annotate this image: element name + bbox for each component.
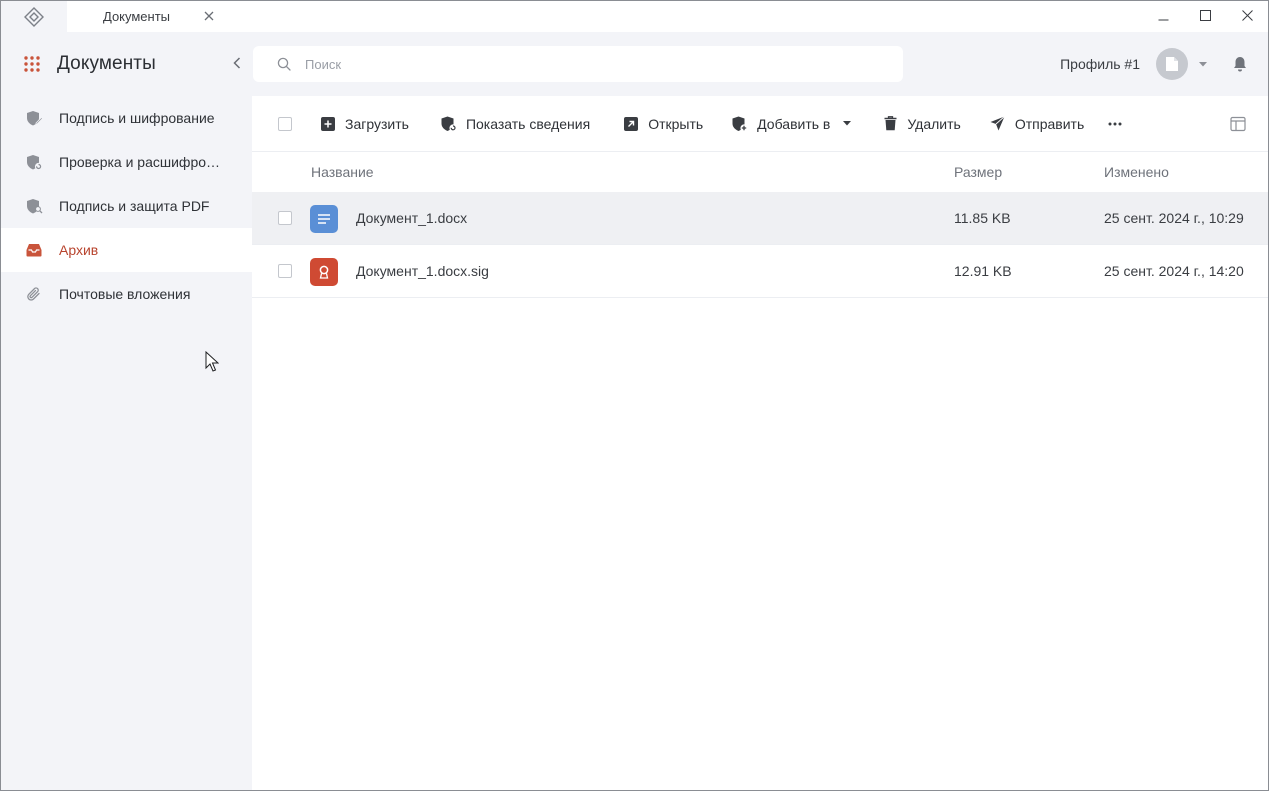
select-all-checkbox[interactable] [278,116,292,131]
sidebar-item-sign-encrypt[interactable]: Подпись и шифрование [1,96,252,140]
window-controls [1142,1,1268,32]
column-header-size[interactable]: Размер [954,164,1002,180]
profile-name[interactable]: Профиль #1 [1060,56,1140,72]
file-size: 11.85 KB [954,210,1011,226]
shield-check-icon [25,153,43,171]
tab-label: Документы [103,9,171,24]
top-bar: Профиль #1 [252,32,1268,96]
shield-pen-icon [25,109,43,127]
inbox-icon [25,241,43,259]
external-link-icon [623,116,639,132]
search-box[interactable] [253,46,903,82]
app-logo-icon [1,1,67,32]
show-info-button[interactable]: Показать сведения [441,109,590,139]
sidebar: Документы Подпись и шифрование Проверка … [1,32,252,790]
app-window: Документы Документы Подпись и шифрование… [0,0,1269,791]
maximize-button[interactable] [1184,1,1226,29]
column-header-name[interactable]: Название [311,164,374,180]
file-modified: 25 сент. 2024 г., 10:29 [1104,210,1244,226]
file-size: 12.91 KB [954,263,1012,279]
file-name: Документ_1.docx.sig [356,263,489,279]
file-name: Документ_1.docx [356,210,468,226]
sidebar-header: Документы [1,32,252,96]
show-info-label: Показать сведения [465,115,591,132]
table-row[interactable]: Документ_1.docx 11.85 KB 25 сент. 2024 г… [252,192,1268,245]
profile-area: Профиль #1 [1060,32,1268,96]
caret-down-icon [843,121,852,126]
row-checkbox[interactable] [278,264,292,278]
search-input[interactable] [305,56,865,72]
main-content: Загрузить Показать сведения Открыть Доба… [252,96,1268,790]
signature-file-icon [310,258,338,286]
avatar[interactable] [1156,48,1188,80]
open-label: Открыть [648,115,704,132]
send-button[interactable]: Отправить [990,109,1084,139]
title-bar-drag-area [238,1,1268,32]
column-header-modified[interactable]: Изменено [1104,164,1169,180]
bell-icon[interactable] [1230,56,1250,72]
sidebar-item-archive[interactable]: Архив [1,228,252,272]
title-bar: Документы [1,1,1268,32]
more-horizontal-icon [1108,122,1122,126]
open-button[interactable]: Открыть [623,109,703,139]
collapse-sidebar-button[interactable] [228,54,246,72]
trash-icon [882,116,898,132]
chevron-down-icon[interactable] [1194,61,1212,67]
sidebar-item-label: Почтовые вложения [59,286,191,302]
minimize-button[interactable] [1142,1,1184,29]
sidebar-title: Документы [57,53,156,74]
shield-pdf-icon [25,197,43,215]
paperclip-icon [25,285,43,303]
sidebar-item-label: Подпись и защита PDF [59,198,210,214]
mouse-pointer-icon [205,350,220,373]
sidebar-item-label: Подпись и шифрование [59,110,215,126]
table-row[interactable]: Документ_1.docx.sig 12.91 KB 25 сент. 20… [252,245,1268,298]
tab-documents[interactable]: Документы [67,1,238,32]
layout-panel-icon[interactable] [1230,116,1246,132]
upload-label: Загрузить [345,115,409,132]
sidebar-item-sign-pdf[interactable]: Подпись и защита PDF [1,184,252,228]
document-file-icon [310,205,338,233]
shield-refresh-icon [441,116,457,132]
shield-plus-icon [732,116,748,132]
paper-plane-icon [990,116,1006,132]
row-checkbox[interactable] [278,211,292,225]
add-to-label: Добавить в [757,115,831,132]
toolbar: Загрузить Показать сведения Открыть Доба… [252,96,1268,152]
send-label: Отправить [1014,115,1085,132]
add-to-button[interactable]: Добавить в [732,109,852,139]
upload-button[interactable]: Загрузить [320,109,409,139]
more-button[interactable] [1108,109,1122,139]
tab-close-icon[interactable] [200,7,218,25]
close-window-button[interactable] [1226,1,1268,29]
delete-label: Удалить [907,115,961,132]
sidebar-item-mail-attachments[interactable]: Почтовые вложения [1,272,252,316]
plus-square-icon [320,116,336,132]
file-modified: 25 сент. 2024 г., 14:20 [1104,263,1244,279]
table-header: Название Размер Изменено [252,152,1268,192]
sidebar-item-label: Архив [59,242,99,258]
sidebar-item-verify-decrypt[interactable]: Проверка и расшифров… [1,140,252,184]
search-icon [277,57,291,71]
delete-button[interactable]: Удалить [882,109,961,139]
apps-grid-icon[interactable] [23,55,41,73]
sidebar-item-label: Проверка и расшифров… [59,154,227,170]
